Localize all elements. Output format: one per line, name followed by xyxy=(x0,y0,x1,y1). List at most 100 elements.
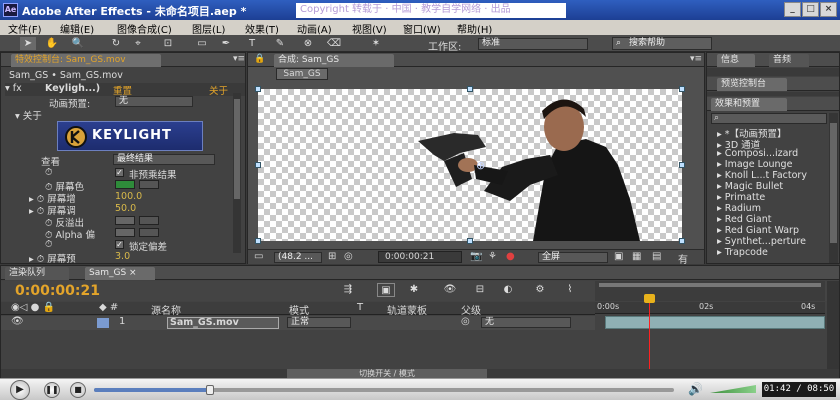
visibility-eye-icon[interactable]: 👁 xyxy=(11,316,24,327)
time-ruler[interactable]: 0:00s 02s 04s xyxy=(595,302,825,314)
rotate-tool-icon[interactable]: ↻ xyxy=(108,37,124,50)
list-item[interactable]: ▸ Red Giant xyxy=(717,214,771,225)
resolution-select[interactable]: 全屏 xyxy=(538,252,608,263)
list-item[interactable]: ▸ Primatte xyxy=(717,192,765,203)
panel-menu-icon[interactable]: ▾≡ xyxy=(233,54,245,64)
layer-parent-select[interactable]: 无 xyxy=(481,317,571,328)
animation-preset-select[interactable]: 无 xyxy=(115,96,193,107)
list-item[interactable]: ▸ Trapcode xyxy=(717,247,768,258)
composition-viewer[interactable]: ⊕ xyxy=(255,86,685,244)
about-link[interactable]: 关于 xyxy=(209,83,228,97)
text-tool-icon[interactable]: T xyxy=(244,37,260,50)
mode-column[interactable]: 模式 xyxy=(289,302,309,317)
current-time-indicator[interactable] xyxy=(644,294,655,376)
transparency-grid-icon[interactable]: ▦ xyxy=(632,251,641,262)
reset-link[interactable]: 重置 xyxy=(113,83,132,97)
video-progress-knob[interactable] xyxy=(206,385,214,395)
timeline-timecode[interactable]: 0:00:00:21 xyxy=(15,283,100,299)
time-navigator[interactable] xyxy=(595,281,825,301)
channel-icon[interactable]: ● xyxy=(506,251,515,262)
effect-controls-tab[interactable]: 特效控制台: Sam_GS.mov xyxy=(11,54,161,67)
zoom-tool-icon[interactable]: 🔍 xyxy=(70,37,86,50)
panel-menu-icon[interactable]: ▾≡ xyxy=(690,54,702,64)
mask-icon[interactable]: ◎ xyxy=(344,251,353,262)
hide-shy-icon[interactable]: 👁 xyxy=(441,283,459,297)
menu-effect[interactable]: 效果(T) xyxy=(245,21,279,36)
draft-3d-icon[interactable]: ✱ xyxy=(405,283,423,297)
list-item[interactable]: ▸ Composi...izard xyxy=(717,148,798,159)
hand-tool-icon[interactable]: ✋ xyxy=(44,37,60,50)
pen-tool-icon[interactable]: ✒ xyxy=(218,37,234,50)
source-name-column[interactable]: 源名称 xyxy=(151,302,181,317)
screen-colour-swatch[interactable] xyxy=(115,180,135,189)
t-column[interactable]: T xyxy=(357,302,363,313)
menu-window[interactable]: 窗口(W) xyxy=(403,21,441,36)
transform-handle[interactable] xyxy=(255,238,261,244)
selection-tool-icon[interactable]: ➤ xyxy=(20,37,36,50)
comp-mini-flowchart-icon[interactable]: ⇶ xyxy=(339,283,357,297)
keylight-effect-row[interactable]: ▾ fx Keyligh...) 重置 关于 xyxy=(5,83,245,97)
minimize-button[interactable]: _ xyxy=(784,2,801,17)
volume-icon[interactable]: 🔊 xyxy=(688,382,703,396)
pause-icon[interactable]: ❚❚ xyxy=(44,382,60,398)
eraser-tool-icon[interactable]: ⌫ xyxy=(326,37,342,50)
stop-icon[interactable]: ■ xyxy=(70,382,86,398)
expand-arrow-icon[interactable]: ▸ ⏱ xyxy=(29,254,47,265)
view-select[interactable]: 最终结果 xyxy=(113,154,215,165)
motion-blur-icon[interactable]: ◐ xyxy=(499,283,517,297)
help-search-input[interactable]: ⌕ 搜索帮助 xyxy=(612,37,712,50)
grid-icon[interactable]: ⊞ xyxy=(328,251,336,262)
transform-handle[interactable] xyxy=(679,238,685,244)
clone-stamp-tool-icon[interactable]: ⊗ xyxy=(300,37,316,50)
screen-pre-blur-value[interactable]: 3.0 xyxy=(115,251,130,264)
unpremultiply-checkbox[interactable]: ✓ xyxy=(115,168,124,177)
info-tab[interactable]: 信息 xyxy=(717,54,755,67)
show-snapshot-icon[interactable]: ⚘ xyxy=(488,251,497,262)
transform-handle[interactable] xyxy=(679,162,685,168)
eyedropper-icon[interactable] xyxy=(139,228,159,237)
effect-controls-scrollbar[interactable] xyxy=(233,93,241,253)
effects-search-input[interactable]: ⌕ xyxy=(711,113,827,124)
menu-layer[interactable]: 图层(L) xyxy=(192,21,225,36)
pan-behind-tool-icon[interactable]: ⊡ xyxy=(160,37,176,50)
menu-file[interactable]: 文件(F) xyxy=(8,21,42,36)
toggle-switches-modes-button[interactable]: 切换开关 / 模式 xyxy=(287,369,487,378)
view-options-icon[interactable]: ▤ xyxy=(652,251,661,262)
transform-handle[interactable] xyxy=(255,162,261,168)
puppet-tool-icon[interactable]: ✶ xyxy=(368,37,384,50)
composition-tab[interactable]: 合成: Sam_GS xyxy=(274,54,394,67)
menu-view[interactable]: 视图(V) xyxy=(352,21,387,36)
rectangle-tool-icon[interactable]: ▭ xyxy=(194,37,210,50)
render-queue-tab[interactable]: 渲染队列 xyxy=(5,267,69,280)
preview-icon[interactable]: ▭ xyxy=(254,251,263,262)
camera-tool-icon[interactable]: ⌖ xyxy=(130,37,146,50)
preview-tab[interactable]: 预览控制台 xyxy=(717,78,787,91)
despill-swatch[interactable] xyxy=(115,216,135,225)
list-item[interactable]: ▸ Synthet...perture xyxy=(717,236,806,247)
menu-composition[interactable]: 图像合成(C) xyxy=(117,21,172,36)
about-row[interactable]: ▾ 关于 xyxy=(15,108,42,122)
transform-handle[interactable] xyxy=(467,238,473,244)
effects-scrollbar[interactable] xyxy=(829,113,838,263)
trkmat-column[interactable]: 轨道蒙板 xyxy=(387,302,427,317)
anchor-point-icon[interactable]: ⊕ xyxy=(476,159,485,172)
list-item[interactable]: ▸ Knoll L...t Factory xyxy=(717,170,807,181)
play-icon[interactable]: ▶ xyxy=(10,380,30,400)
eyedropper-icon[interactable] xyxy=(139,180,159,189)
screen-balance-value[interactable]: 50.0 xyxy=(115,203,136,216)
playhead-handle[interactable] xyxy=(644,294,655,303)
camera-snapshot-icon[interactable]: 📷 xyxy=(470,251,482,262)
label-color-swatch[interactable] xyxy=(97,318,109,328)
layer-name[interactable]: Sam_GS.mov xyxy=(167,317,279,329)
table-row[interactable]: 👁 1 Sam_GS.mov 正常 ◎ 无 xyxy=(1,316,595,330)
maximize-button[interactable]: □ xyxy=(802,2,819,17)
scrollbar-thumb[interactable] xyxy=(234,99,240,199)
menu-help[interactable]: 帮助(H) xyxy=(457,21,492,36)
pickwhip-icon[interactable]: ◎ xyxy=(461,316,470,327)
list-item[interactable]: ▸ Image Lounge xyxy=(717,159,792,170)
menu-edit[interactable]: 编辑(E) xyxy=(60,21,94,36)
alpha-bias-swatch[interactable] xyxy=(115,228,135,237)
lock-bias-checkbox[interactable]: ✓ xyxy=(115,240,124,249)
work-area-bar[interactable] xyxy=(599,283,821,287)
menu-animation[interactable]: 动画(A) xyxy=(297,21,332,36)
